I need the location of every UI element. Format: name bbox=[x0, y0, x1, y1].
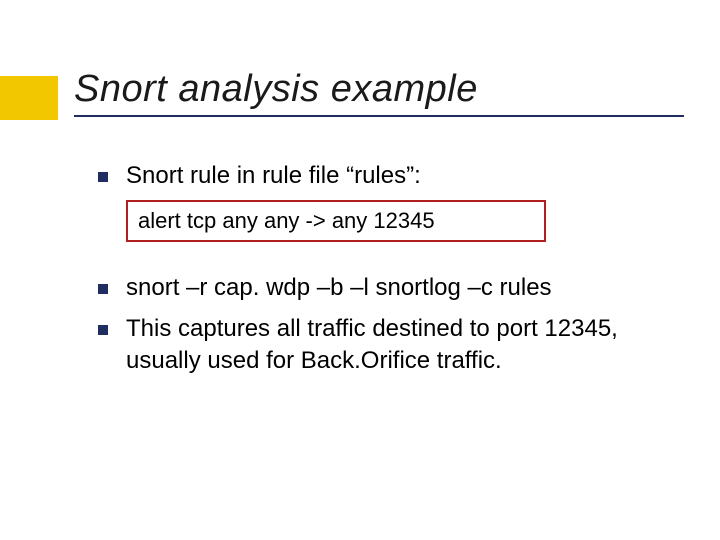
content-area: Snort rule in rule file “rules”: alert t… bbox=[98, 160, 660, 386]
bullet-square-icon bbox=[98, 284, 108, 294]
slide-title: Snort analysis example bbox=[74, 68, 680, 111]
title-area: Snort analysis example bbox=[74, 68, 680, 117]
snort-rule-box: alert tcp any any -> any 12345 bbox=[126, 200, 546, 242]
bullet-square-icon bbox=[98, 172, 108, 182]
bullet-text-3: This captures all traffic destined to po… bbox=[126, 313, 660, 378]
bullet-row-1: Snort rule in rule file “rules”: bbox=[98, 160, 660, 192]
lower-bullets: snort –r cap. wdp –b –l snortlog –c rule… bbox=[98, 272, 660, 377]
bullet-text-2: snort –r cap. wdp –b –l snortlog –c rule… bbox=[126, 272, 552, 304]
bullet-text-1: Snort rule in rule file “rules”: bbox=[126, 160, 421, 192]
bullet-row-2: snort –r cap. wdp –b –l snortlog –c rule… bbox=[98, 272, 660, 304]
bullet-row-3: This captures all traffic destined to po… bbox=[98, 313, 660, 378]
accent-bar bbox=[0, 76, 58, 120]
bullet-square-icon bbox=[98, 325, 108, 335]
title-underline bbox=[74, 115, 684, 117]
